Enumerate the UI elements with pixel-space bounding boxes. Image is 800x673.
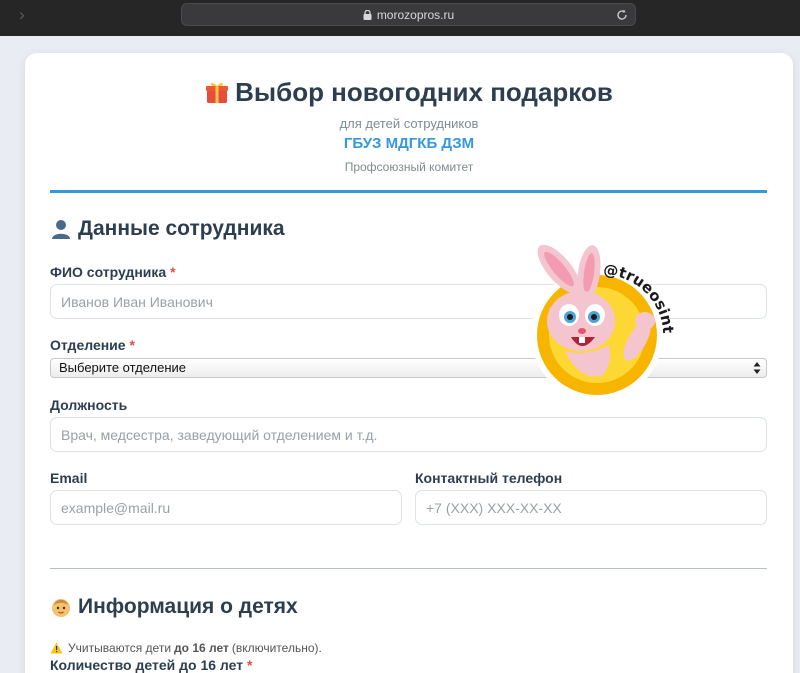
children-section-title-text: Информация о детях [78, 595, 298, 618]
section-divider [50, 568, 767, 569]
reload-icon[interactable] [615, 8, 629, 22]
url-text: morozopros.ru [376, 7, 455, 22]
fio-label-text: ФИО сотрудника [50, 264, 167, 280]
department-label-text: Отделение [50, 337, 126, 353]
select-arrows-icon [753, 362, 761, 374]
age-note-bold: до 16 лет [174, 641, 229, 655]
forward-arrow-icon[interactable]: › [12, 4, 32, 26]
baby-face-icon [52, 599, 70, 617]
gift-icon [206, 82, 229, 103]
bunny-sticker: @trueosint [531, 244, 677, 401]
fio-label: ФИО сотрудника * [50, 264, 176, 280]
browser-toolbar: › morozopros.ru [0, 0, 800, 36]
header-divider [50, 190, 767, 193]
children-section-title: Информация о детях [50, 595, 298, 619]
fio-required-mark: * [170, 264, 176, 280]
age-note-suffix: (включительно). [231, 641, 322, 655]
email-label-text: Email [50, 470, 88, 486]
age-note: Учитываются дети до 16 лет (включительно… [50, 641, 322, 655]
age-note-prefix: Учитываются дети [68, 641, 172, 655]
position-input[interactable] [50, 417, 767, 452]
phone-label-text: Контактный телефон [415, 470, 563, 486]
department-label: Отделение * [50, 337, 135, 353]
email-label: Email [50, 470, 87, 486]
page-subtitle: для детей сотрудников [339, 116, 479, 131]
position-label-text: Должность [50, 397, 128, 413]
lock-icon [363, 9, 372, 20]
person-icon [52, 220, 70, 239]
email-input[interactable] [50, 490, 402, 525]
warning-icon [50, 642, 63, 654]
children-count-label-text: Количество детей до 16 лет [50, 657, 244, 673]
position-label: Должность [50, 397, 127, 413]
phone-input[interactable] [415, 490, 767, 525]
employee-section-title-text: Данные сотрудника [78, 217, 285, 240]
organization-name: ГБУЗ МДГКБ ДЗМ [343, 135, 475, 152]
page-title-text: Выбор новогодних подарков [235, 77, 613, 107]
department-select-value: Выберите отделение [59, 360, 187, 375]
form-card: Выбор новогодних подарков для детей сотр… [25, 53, 793, 673]
children-count-required-mark: * [246, 657, 253, 673]
employee-section-title: Данные сотрудника [50, 217, 285, 241]
organization-subtitle: Профсоюзный комитет [344, 160, 474, 174]
department-required-mark: * [129, 337, 135, 353]
page-title: Выбор новогодних подарков [25, 77, 793, 108]
address-bar[interactable]: morozopros.ru [181, 3, 636, 26]
phone-label: Контактный телефон [415, 470, 562, 486]
children-count-label: Количество детей до 16 лет * [50, 657, 252, 673]
